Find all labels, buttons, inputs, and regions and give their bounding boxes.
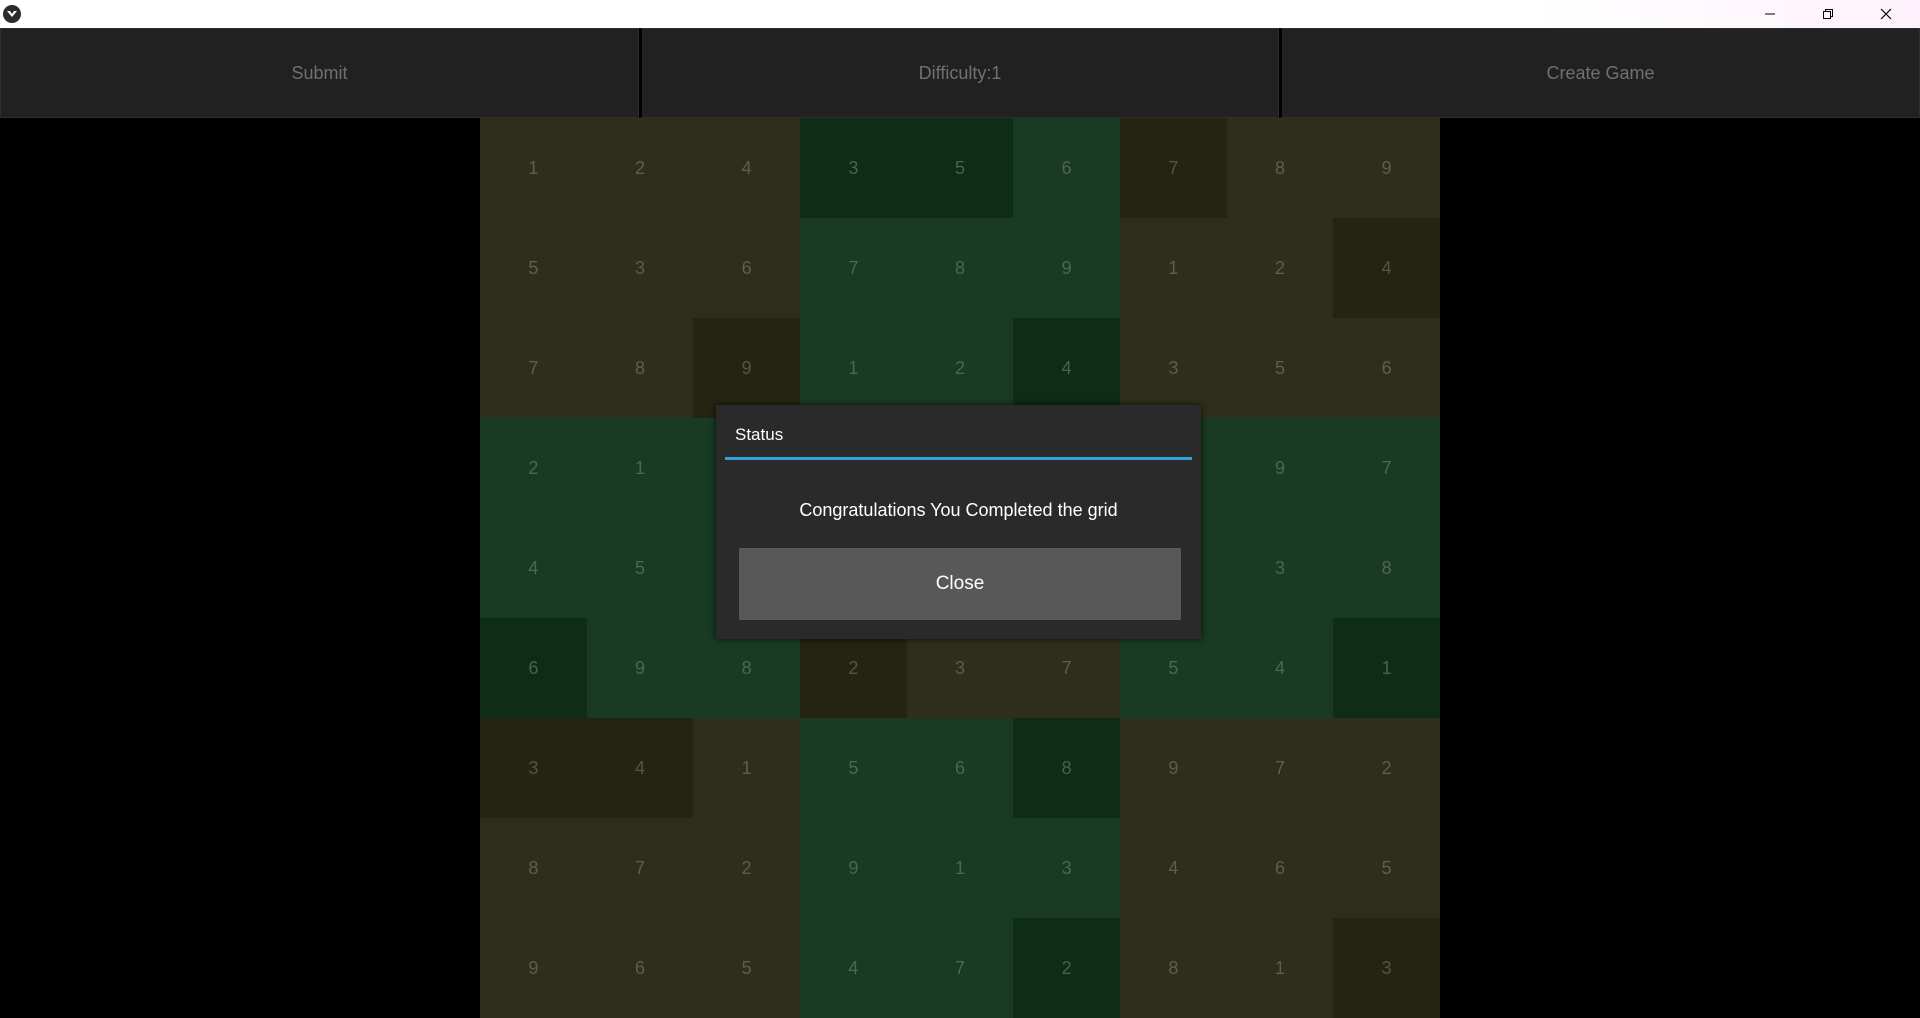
sudoku-cell[interactable]: 8	[480, 818, 587, 918]
sudoku-cell[interactable]: 9	[1013, 218, 1120, 318]
sudoku-cell[interactable]: 4	[480, 518, 587, 618]
minimize-icon	[1765, 13, 1775, 15]
dialog-message: Congratulations You Completed the grid	[799, 500, 1118, 520]
sudoku-cell[interactable]: 7	[799, 218, 907, 318]
sudoku-cell[interactable]: 2	[693, 818, 800, 918]
sudoku-cell[interactable]: 4	[1119, 818, 1227, 918]
sudoku-cell[interactable]: 9	[693, 318, 800, 418]
sudoku-cell[interactable]: 1	[1226, 918, 1334, 1018]
sudoku-cell[interactable]: 1	[906, 818, 1014, 918]
sudoku-cell[interactable]: 9	[480, 918, 587, 1018]
difficulty-button[interactable]: Difficulty:1	[640, 28, 1279, 118]
sudoku-cell[interactable]: 7	[1226, 718, 1334, 818]
sudoku-cell[interactable]: 5	[480, 218, 587, 318]
sudoku-cell[interactable]: 9	[1333, 118, 1440, 218]
sudoku-cell[interactable]: 4	[1013, 318, 1120, 418]
sudoku-cell[interactable]: 1	[693, 718, 800, 818]
sudoku-cell[interactable]: 7	[906, 918, 1014, 1018]
dialog-title: Status	[735, 425, 784, 444]
sudoku-cell[interactable]: 6	[1013, 118, 1120, 218]
sudoku-cell[interactable]: 3	[586, 218, 694, 318]
minimize-button[interactable]	[1741, 0, 1799, 28]
sudoku-cell[interactable]: 6	[906, 718, 1014, 818]
status-dialog: Status Congratulations You Completed the…	[716, 405, 1201, 639]
sudoku-cell[interactable]: 8	[906, 218, 1014, 318]
sudoku-cell[interactable]: 2	[906, 318, 1014, 418]
sudoku-cell[interactable]: 3	[1333, 918, 1440, 1018]
sudoku-cell[interactable]: 4	[1226, 618, 1334, 718]
sudoku-cell[interactable]: 2	[1333, 718, 1440, 818]
sudoku-cell[interactable]: 2	[586, 118, 694, 218]
submit-button[interactable]: Submit	[0, 28, 639, 118]
sudoku-cell[interactable]: 4	[693, 118, 800, 218]
sudoku-cell[interactable]: 3	[480, 718, 587, 818]
sudoku-cell[interactable]: 1	[480, 118, 587, 218]
sudoku-cell[interactable]: 2	[1226, 218, 1334, 318]
restore-icon	[1823, 9, 1833, 19]
dialog-title-divider	[725, 457, 1192, 460]
sudoku-cell[interactable]: 4	[586, 718, 694, 818]
sudoku-cell[interactable]: 3	[1013, 818, 1120, 918]
sudoku-cell[interactable]: 4	[799, 918, 907, 1018]
restore-button[interactable]	[1799, 0, 1857, 28]
sudoku-cell[interactable]: 5	[693, 918, 800, 1018]
sudoku-cell[interactable]: 6	[480, 618, 587, 718]
sudoku-cell[interactable]: 8	[1333, 518, 1440, 618]
sudoku-cell[interactable]: 2	[1013, 918, 1120, 1018]
app-logo-icon	[3, 5, 21, 23]
sudoku-cell[interactable]: 1	[799, 318, 907, 418]
toolbar: Submit Difficulty:1 Create Game	[0, 28, 1920, 118]
sudoku-cell[interactable]: 6	[693, 218, 800, 318]
sudoku-cell[interactable]: 7	[586, 818, 694, 918]
create-game-button[interactable]: Create Game	[1280, 28, 1920, 118]
sudoku-cell[interactable]: 5	[1333, 818, 1440, 918]
sudoku-cell[interactable]: 6	[1333, 318, 1440, 418]
sudoku-cell[interactable]: 1	[1119, 218, 1227, 318]
title-bar	[0, 0, 1920, 28]
sudoku-cell[interactable]: 9	[1226, 418, 1334, 518]
sudoku-cell[interactable]: 6	[586, 918, 694, 1018]
sudoku-cell[interactable]: 5	[799, 718, 907, 818]
sudoku-cell[interactable]: 9	[586, 618, 694, 718]
close-icon	[1880, 8, 1892, 20]
sudoku-cell[interactable]: 6	[1226, 818, 1334, 918]
sudoku-cell[interactable]: 3	[1119, 318, 1227, 418]
sudoku-cell[interactable]: 7	[480, 318, 587, 418]
sudoku-cell[interactable]: 5	[1226, 318, 1334, 418]
sudoku-cell[interactable]: 1	[1333, 618, 1440, 718]
sudoku-cell[interactable]: 8	[1013, 718, 1120, 818]
close-window-button[interactable]	[1857, 0, 1915, 28]
sudoku-cell[interactable]: 8	[1226, 118, 1334, 218]
sudoku-cell[interactable]: 5	[586, 518, 694, 618]
sudoku-cell[interactable]: 8	[1119, 918, 1227, 1018]
sudoku-cell[interactable]: 9	[1119, 718, 1227, 818]
sudoku-cell[interactable]: 5	[906, 118, 1014, 218]
sudoku-cell[interactable]: 4	[1333, 218, 1440, 318]
sudoku-cell[interactable]: 9	[799, 818, 907, 918]
sudoku-cell[interactable]: 2	[480, 418, 587, 518]
sudoku-cell[interactable]: 3	[1226, 518, 1334, 618]
close-button[interactable]: Close	[739, 548, 1181, 620]
sudoku-cell[interactable]: 1	[586, 418, 694, 518]
sudoku-cell[interactable]: 3	[799, 118, 907, 218]
sudoku-cell[interactable]: 7	[1119, 118, 1227, 218]
sudoku-cell[interactable]: 8	[586, 318, 694, 418]
sudoku-cell[interactable]: 7	[1333, 418, 1440, 518]
